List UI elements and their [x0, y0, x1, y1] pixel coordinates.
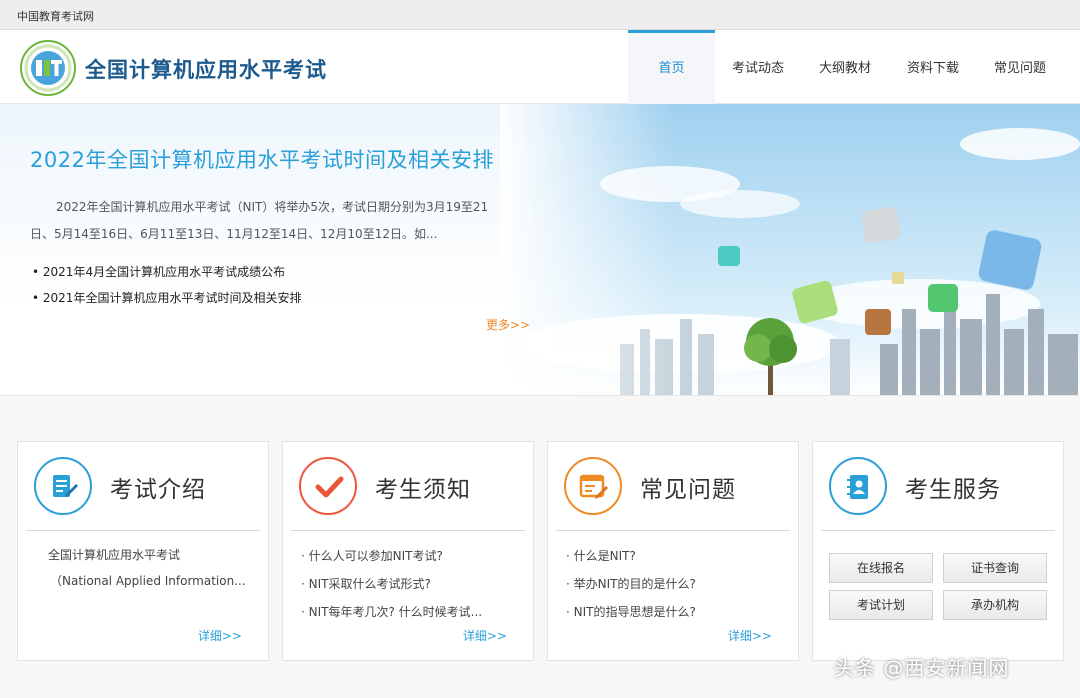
nav-syllabus[interactable]: 大纲教材 [810, 30, 880, 104]
detail-link[interactable]: 详细>> [198, 627, 242, 644]
more-link[interactable]: 更多>> [486, 316, 530, 333]
detail-link[interactable]: 详细>> [728, 627, 772, 644]
nit-logo-icon[interactable] [20, 40, 76, 96]
intro-line: 全国计算机应用水平考试 [48, 548, 181, 562]
form-edit-icon [564, 457, 622, 515]
card-header: 常见问题 [548, 442, 798, 530]
card-divider [821, 530, 1055, 531]
card-divider [291, 530, 525, 531]
card-title: 考生须知 [375, 477, 471, 503]
list-item[interactable]: NIT每年考几次? 什么时候考试... [301, 598, 521, 626]
header: 全国计算机应用水平考试 首页 考试动态 大纲教材 资料下载 常见问题 [0, 30, 1080, 104]
site-link[interactable]: 中国教育考试网 [17, 8, 94, 24]
nav-faq[interactable]: 常见问题 [985, 30, 1055, 104]
news-item[interactable]: 2021年4月全国计算机应用水平考试成绩公布 [32, 259, 301, 285]
faq-list: 什么是NIT? 举办NIT的目的是什么? NIT的指导思想是什么? [566, 542, 786, 626]
site-title: 全国计算机应用水平考试 [85, 58, 327, 82]
top-strip: 中国教育考试网 [0, 0, 1080, 30]
card-divider [26, 530, 260, 531]
card-title: 考试介绍 [110, 477, 206, 503]
card-body: 什么是NIT? 举办NIT的目的是什么? NIT的指导思想是什么? [566, 542, 786, 626]
host-institutions-button[interactable]: 承办机构 [943, 590, 1047, 620]
checkmark-icon [299, 457, 357, 515]
card-body: 全国计算机应用水平考试 （National Applied Informatio… [36, 542, 256, 594]
notice-list: 什么人可以参加NIT考试? NIT采取什么考试形式? NIT每年考几次? 什么时… [301, 542, 521, 626]
nav-downloads[interactable]: 资料下载 [898, 30, 968, 104]
watermark-text: 头条 @西安新闻网 [834, 656, 1010, 680]
card-title: 考生服务 [905, 477, 1001, 503]
list-item[interactable]: 举办NIT的目的是什么? [566, 570, 786, 598]
card-title: 常见问题 [640, 477, 736, 503]
list-item[interactable]: NIT采取什么考试形式? [301, 570, 521, 598]
card-divider [556, 530, 790, 531]
list-item[interactable]: NIT的指导思想是什么? [566, 598, 786, 626]
card-header: 考生须知 [283, 442, 533, 530]
card-candidate-notice: 考生须知 什么人可以参加NIT考试? NIT采取什么考试形式? NIT每年考几次… [282, 441, 534, 661]
card-header: 考生服务 [813, 442, 1063, 530]
news-item[interactable]: 2021年全国计算机应用水平考试时间及相关安排 [32, 285, 302, 311]
nav-home[interactable]: 首页 [628, 30, 715, 104]
online-registration-button[interactable]: 在线报名 [829, 553, 933, 583]
contact-book-icon [829, 457, 887, 515]
exam-plan-button[interactable]: 考试计划 [829, 590, 933, 620]
banner: 2022年全国计算机应用水平考试时间及相关安排 2022年全国计算机应用水平考试… [0, 104, 1080, 396]
card-body: 什么人可以参加NIT考试? NIT采取什么考试形式? NIT每年考几次? 什么时… [301, 542, 521, 626]
card-faq: 常见问题 什么是NIT? 举办NIT的目的是什么? NIT的指导思想是什么? 详… [547, 441, 799, 661]
intro-line: （National Applied Information... [50, 574, 246, 588]
card-exam-intro: 考试介绍 全国计算机应用水平考试 （National Applied Infor… [17, 441, 269, 661]
card-header: 考试介绍 [18, 442, 268, 530]
banner-city-illustration [500, 104, 1080, 395]
certificate-query-button[interactable]: 证书查询 [943, 553, 1047, 583]
list-item[interactable]: 什么人可以参加NIT考试? [301, 542, 521, 570]
list-item[interactable]: 什么是NIT? [566, 542, 786, 570]
banner-description: 2022年全国计算机应用水平考试（NIT）将举办5次，考试日期分别为3月19至2… [30, 200, 489, 241]
document-edit-icon [34, 457, 92, 515]
nav-exam-news[interactable]: 考试动态 [723, 30, 793, 104]
banner-headline[interactable]: 2022年全国计算机应用水平考试时间及相关安排 [30, 144, 494, 174]
card-candidate-service: 考生服务 在线报名 证书查询 考试计划 承办机构 [812, 441, 1064, 661]
detail-link[interactable]: 详细>> [463, 627, 507, 644]
banner-news-list: 2021年4月全国计算机应用水平考试成绩公布 2021年全国计算机应用水平考试时… [32, 259, 302, 311]
